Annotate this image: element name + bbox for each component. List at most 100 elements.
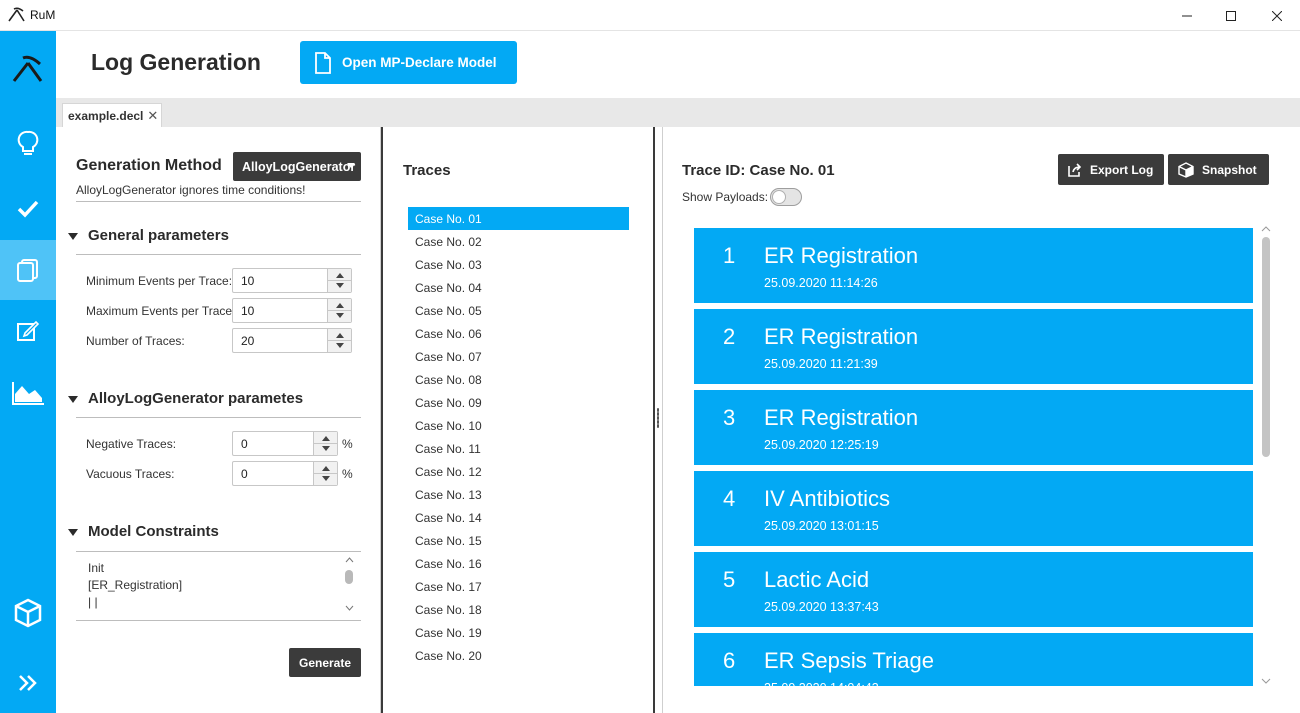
event-name: Lactic Acid — [764, 567, 870, 592]
generation-note: AlloyLogGenerator ignores time condition… — [76, 183, 306, 197]
event-card[interactable]: 5 Lactic Acid 25.09.2020 13:37:43 — [694, 552, 1253, 627]
decrement-icon[interactable] — [322, 446, 330, 451]
increment-icon[interactable] — [336, 333, 344, 338]
collapse-triangle-icon[interactable] — [68, 396, 78, 403]
rail-item-cube[interactable] — [0, 583, 56, 643]
decrement-icon[interactable] — [336, 343, 344, 348]
events-scrollbar[interactable] — [1260, 225, 1272, 687]
trace-list-item[interactable]: Case No. 01 — [408, 207, 629, 230]
general-parameters-title[interactable]: General parameters — [88, 227, 229, 244]
decrement-icon[interactable] — [336, 313, 344, 318]
trace-list-item[interactable]: Case No. 11 — [408, 437, 629, 460]
max-events-spinner[interactable]: 10 — [232, 298, 352, 323]
generation-settings-panel: Generation Method AlloyLogGenerator Allo… — [56, 127, 381, 713]
min-events-spinner[interactable]: 10 — [232, 268, 352, 293]
model-constraints-title[interactable]: Model Constraints — [88, 523, 219, 540]
increment-icon[interactable] — [336, 273, 344, 278]
collapse-triangle-icon[interactable] — [68, 529, 78, 536]
increment-icon[interactable] — [336, 303, 344, 308]
trace-detail-panel: Trace ID: Case No. 01 Show Payloads: Exp… — [663, 127, 1300, 713]
rail-item-check[interactable] — [0, 179, 56, 239]
num-traces-spinner[interactable]: 20 — [232, 328, 352, 353]
rail-item-log-generation[interactable] — [0, 240, 56, 300]
cube-icon — [14, 598, 42, 628]
event-card[interactable]: 1 ER Registration 25.09.2020 11:14:26 — [694, 228, 1253, 303]
pages-icon — [17, 259, 38, 282]
trace-list-item[interactable]: Case No. 03 — [408, 253, 629, 276]
event-card[interactable]: 6 ER Sepsis Triage 25.09.2020 14:04:43 — [694, 633, 1253, 686]
alloy-parameters-title[interactable]: AlloyLogGenerator parametes — [88, 390, 303, 407]
generate-button[interactable]: Generate — [289, 648, 361, 677]
chevron-down-icon[interactable] — [1261, 677, 1271, 685]
minimize-button[interactable] — [1164, 0, 1210, 31]
event-time: 25.09.2020 14:04:43 — [764, 681, 879, 686]
generation-method-select[interactable]: AlloyLogGenerator — [233, 152, 361, 181]
pickaxe-logo-icon — [12, 55, 43, 82]
event-card[interactable]: 4 IV Antibiotics 25.09.2020 13:01:15 — [694, 471, 1253, 546]
vacuous-traces-spinner[interactable]: 0 — [232, 461, 338, 486]
rail-item-charts[interactable] — [0, 363, 56, 423]
trace-list-item[interactable]: Case No. 19 — [408, 621, 629, 644]
spinner-buttons[interactable] — [327, 329, 352, 352]
trace-list-item[interactable]: Case No. 20 — [408, 644, 629, 667]
model-constraints-textarea[interactable]: Init [ER_Registration] | | — [76, 551, 361, 621]
window-title: RuM — [30, 8, 56, 22]
divider — [76, 201, 361, 202]
trace-list: Case No. 01 Case No. 02 Case No. 03 Case No… — [408, 207, 629, 667]
open-model-button[interactable]: Open MP-Declare Model — [300, 41, 517, 84]
splitter-grip[interactable] — [657, 408, 659, 428]
lightbulb-icon — [17, 130, 39, 155]
trace-list-item[interactable]: Case No. 02 — [408, 230, 629, 253]
trace-list-item[interactable]: Case No. 10 — [408, 414, 629, 437]
chevron-down-icon[interactable] — [345, 604, 354, 612]
event-num: 6 — [723, 648, 736, 673]
constraints-scrollbar[interactable] — [345, 556, 354, 616]
scroll-thumb[interactable] — [1262, 237, 1270, 457]
trace-list-item[interactable]: Case No. 14 — [408, 506, 629, 529]
event-card[interactable]: 2 ER Registration 25.09.2020 11:21:39 — [694, 309, 1253, 384]
spinner-buttons[interactable] — [327, 269, 352, 292]
maximize-button[interactable] — [1208, 0, 1254, 31]
trace-list-item[interactable]: Case No. 18 — [408, 598, 629, 621]
trace-list-item[interactable]: Case No. 15 — [408, 529, 629, 552]
rail-item-editor[interactable] — [0, 301, 56, 361]
double-chevron-right-icon — [19, 675, 37, 691]
trace-id-title: Trace ID: Case No. 01 — [682, 162, 835, 179]
decrement-icon[interactable] — [336, 283, 344, 288]
trace-list-item[interactable]: Case No. 05 — [408, 299, 629, 322]
trace-list-item[interactable]: Case No. 06 — [408, 322, 629, 345]
chevron-up-icon[interactable] — [1261, 225, 1271, 233]
decrement-icon[interactable] — [322, 476, 330, 481]
title-bar: RuM — [0, 0, 1300, 31]
negative-traces-spinner[interactable]: 0 — [232, 431, 338, 456]
trace-list-item[interactable]: Case No. 04 — [408, 276, 629, 299]
scroll-thumb[interactable] — [345, 570, 353, 584]
spinner-buttons[interactable] — [313, 432, 338, 455]
trace-list-item[interactable]: Case No. 13 — [408, 483, 629, 506]
trace-list-item[interactable]: Case No. 17 — [408, 575, 629, 598]
trace-list-item[interactable]: Case No. 12 — [408, 460, 629, 483]
trace-list-item[interactable]: Case No. 07 — [408, 345, 629, 368]
tab-example-decl[interactable]: example.decl ✕ — [62, 103, 162, 127]
event-time: 25.09.2020 13:37:43 — [764, 600, 879, 614]
trace-list-item[interactable]: Case No. 08 — [408, 368, 629, 391]
spinner-buttons[interactable] — [327, 299, 352, 322]
max-events-value: 10 — [241, 304, 255, 318]
increment-icon[interactable] — [322, 436, 330, 441]
trace-list-item[interactable]: Case No. 09 — [408, 391, 629, 414]
increment-icon[interactable] — [322, 466, 330, 471]
show-payloads-toggle[interactable] — [770, 188, 802, 206]
rail-item-ideas[interactable] — [0, 114, 56, 174]
event-time: 25.09.2020 11:14:26 — [764, 276, 878, 290]
spinner-buttons[interactable] — [313, 462, 338, 485]
max-events-label: Maximum Events per Trace: — [86, 304, 236, 318]
rail-item-expand[interactable] — [0, 653, 56, 713]
event-card[interactable]: 3 ER Registration 25.09.2020 12:25:19 — [694, 390, 1253, 465]
export-log-button[interactable]: Export Log — [1058, 154, 1164, 185]
trace-list-item[interactable]: Case No. 16 — [408, 552, 629, 575]
chevron-up-icon[interactable] — [345, 556, 354, 564]
close-window-button[interactable] — [1254, 0, 1300, 31]
collapse-triangle-icon[interactable] — [68, 233, 78, 240]
snapshot-button[interactable]: Snapshot — [1168, 154, 1269, 185]
tab-close-icon[interactable]: ✕ — [147, 108, 158, 124]
